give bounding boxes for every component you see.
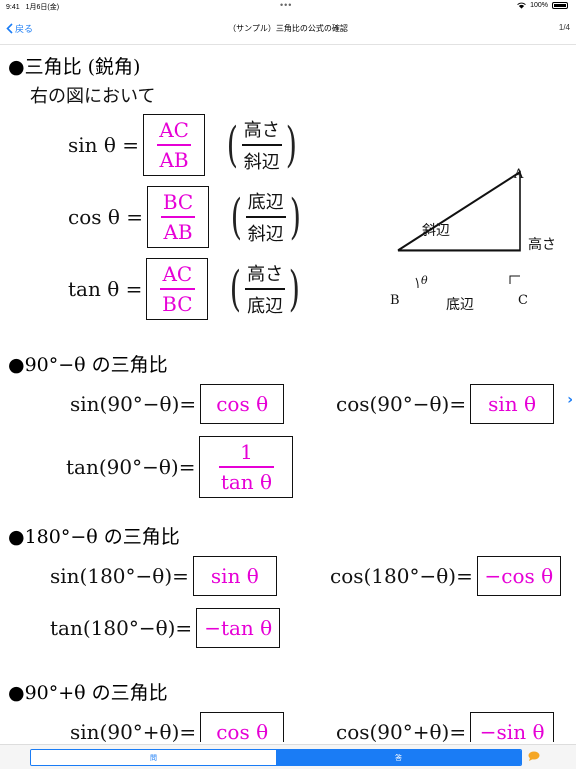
- fraction: AC AB: [157, 118, 191, 172]
- numerator: 1: [240, 440, 253, 465]
- section-title-90-minus: ●90°−θ の三角比: [8, 354, 168, 376]
- fraction: BC AB: [160, 190, 196, 244]
- eq-lhs: sin(90°+θ)=: [70, 720, 197, 742]
- answer-box[interactable]: −cos θ: [476, 556, 561, 596]
- eq-lhs: tan θ =: [68, 277, 143, 301]
- eq-tan-180-minus: tan(180°−θ)= −tan θ: [50, 608, 281, 648]
- denominator: AB: [163, 219, 193, 244]
- eq-lhs: sin(180°−θ)=: [50, 564, 189, 588]
- right-paren: ): [288, 261, 301, 317]
- status-right: 100%: [517, 2, 568, 9]
- eq-cos-180-minus: cos(180°−θ)= −cos θ: [330, 556, 561, 596]
- eq-lhs: cos(90°−θ)=: [336, 392, 467, 416]
- hint-fraction: ( 底辺 斜辺 ): [227, 188, 304, 246]
- multitask-dots[interactable]: •••: [280, 0, 292, 10]
- vertex-a-label: A: [514, 167, 524, 182]
- navigation-bar: 戻る （サンプル）三角比の公式の確認 1/4: [0, 14, 576, 45]
- base-label: 底辺: [446, 297, 474, 313]
- answer-box[interactable]: cos θ: [200, 712, 285, 742]
- content-area: ●三角比 (鋭角) 右の図において sin θ = AC AB ( 高さ 斜辺 …: [0, 46, 576, 742]
- hint-numerator: 底辺: [247, 192, 284, 214]
- numerator: AC: [159, 118, 189, 143]
- hint-fraction: ( 高さ 斜辺 ): [223, 116, 300, 174]
- answer-box[interactable]: BC AB: [147, 186, 210, 248]
- hint-denominator: 斜辺: [243, 151, 280, 173]
- eq-cos-acute: cos θ = BC AB ( 底辺 斜辺 ): [68, 186, 305, 248]
- denominator: AB: [159, 147, 189, 172]
- answer-text: −tan θ: [204, 616, 273, 640]
- eq-lhs: sin(90°−θ)=: [70, 392, 197, 416]
- eq-lhs: cos(90°+θ)=: [336, 720, 467, 742]
- eq-lhs: tan(180°−θ)=: [50, 616, 193, 640]
- page-indicator: 1/4: [558, 23, 570, 32]
- hypotenuse-label: 斜辺: [422, 223, 450, 239]
- vertex-c-label: C: [518, 293, 528, 308]
- answer-text: sin θ: [210, 564, 259, 588]
- section-title-180-minus: ●180°−θ の三角比: [8, 526, 180, 548]
- answer-box[interactable]: sin θ: [470, 384, 555, 424]
- denominator: tan θ: [220, 469, 273, 494]
- status-left: 9:41 1月6日(金): [6, 2, 63, 12]
- hint-denominator: 底辺: [247, 295, 284, 317]
- answer-box[interactable]: −sin θ: [470, 712, 555, 742]
- status-time: 9:41: [6, 4, 20, 11]
- intro-text: 右の図において: [30, 86, 156, 107]
- hint-numerator: 高さ: [247, 264, 284, 286]
- left-paren: (: [226, 117, 239, 173]
- answer-segment[interactable]: 答: [276, 750, 521, 765]
- answer-box[interactable]: sin θ: [192, 556, 277, 596]
- question-answer-segmented-control: 問 答: [30, 749, 522, 766]
- fraction: AC BC: [160, 262, 195, 316]
- eq-sin-90-plus: sin(90°+θ)= cos θ: [70, 712, 285, 742]
- left-paren: (: [230, 261, 242, 317]
- eq-tan-acute: tan θ = AC BC ( 高さ 底辺 ): [68, 258, 304, 320]
- eq-sin-acute: sin θ = AC AB ( 高さ 斜辺 ): [68, 114, 301, 176]
- left-paren: (: [230, 189, 243, 245]
- hint-fraction: ( 高さ 底辺 ): [226, 260, 303, 318]
- eq-sin-180-minus: sin(180°−θ)= sin θ: [50, 556, 277, 596]
- chat-bubble-icon[interactable]: [528, 751, 540, 761]
- height-label: 高さ: [528, 237, 556, 253]
- answer-box[interactable]: AC BC: [146, 258, 209, 320]
- eq-lhs: cos(180°−θ)=: [330, 564, 473, 588]
- section-title-90-plus: ●90°+θ の三角比: [8, 682, 168, 704]
- page-title: （サンプル）三角比の公式の確認: [228, 24, 348, 33]
- hint-numerator: 高さ: [243, 120, 280, 142]
- answer-text: sin θ: [488, 392, 537, 416]
- bottom-toolbar: 問 答: [0, 744, 576, 769]
- denominator: BC: [162, 291, 193, 316]
- eq-lhs: cos θ =: [68, 205, 144, 229]
- right-paren: ): [289, 189, 301, 245]
- eq-lhs: tan(90°−θ)=: [66, 455, 196, 479]
- answer-box[interactable]: cos θ: [200, 384, 285, 424]
- answer-box[interactable]: 1 tan θ: [199, 436, 294, 498]
- right-paren: ): [285, 117, 297, 173]
- eq-cos-90-plus: cos(90°+θ)= −sin θ: [336, 712, 555, 742]
- right-triangle-diagram: A B C θ 斜辺 高さ 底辺: [388, 164, 568, 314]
- wifi-icon: [517, 2, 526, 9]
- answer-text: cos θ: [216, 720, 269, 742]
- status-date: 1月6日(金): [25, 4, 60, 11]
- eq-lhs: sin θ =: [68, 133, 140, 157]
- eq-cos-90-minus: cos(90°−θ)= sin θ: [336, 384, 555, 424]
- status-bar: 9:41 1月6日(金) ••• 100%: [0, 0, 576, 12]
- answer-box[interactable]: AC AB: [143, 114, 206, 176]
- answer-box[interactable]: −tan θ: [196, 608, 281, 648]
- question-segment[interactable]: 問: [31, 750, 276, 765]
- vertex-b-label: B: [390, 293, 400, 308]
- battery-icon: [552, 2, 568, 9]
- answer-text: −sin θ: [479, 720, 545, 742]
- answer-text: cos θ: [216, 392, 269, 416]
- fraction: 1 tan θ: [218, 440, 275, 494]
- numerator: AC: [162, 262, 193, 287]
- eq-tan-90-minus: tan(90°−θ)= 1 tan θ: [66, 436, 294, 498]
- hint-denominator: 斜辺: [247, 223, 284, 245]
- numerator: BC: [162, 190, 194, 215]
- section-title-acute: ●三角比 (鋭角): [8, 56, 141, 78]
- battery-percent: 100%: [530, 2, 548, 9]
- answer-text: −cos θ: [484, 564, 554, 588]
- theta-label: θ: [421, 274, 428, 287]
- eq-sin-90-minus: sin(90°−θ)= cos θ: [70, 384, 285, 424]
